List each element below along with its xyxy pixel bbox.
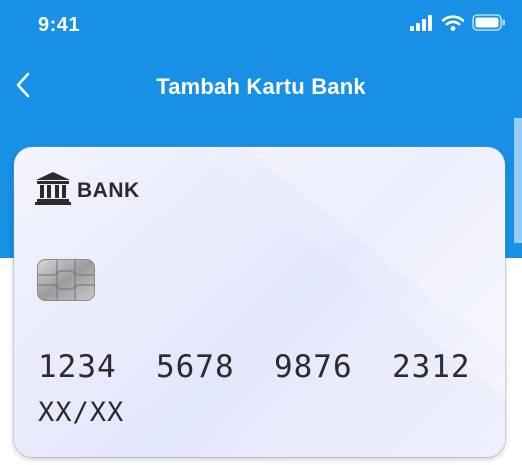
chip-icon [37,259,95,306]
navigation-bar: Tambah Kartu Bank [0,60,522,116]
card-number: 1234 5678 9876 2312 [38,349,471,385]
bank-name: BANK [77,178,140,202]
status-icons [410,14,506,36]
bank-logo: BANK [35,171,140,210]
screen: 9:41 Tambah Kartu Bank BANK 1234 5678 98… [0,0,522,465]
page-title: Tambah Kartu Bank [156,74,366,99]
status-bar: 9:41 [0,0,522,50]
status-time: 9:41 [38,14,81,36]
battery-icon [472,14,506,36]
bank-card-preview: BANK 1234 5678 9876 2312 XX/XX [14,147,505,457]
wifi-icon [441,14,465,36]
bank-building-icon [35,171,71,210]
scrollbar[interactable] [514,118,522,243]
cellular-signal-icon [410,14,434,36]
card-expiry: XX/XX [38,397,125,428]
